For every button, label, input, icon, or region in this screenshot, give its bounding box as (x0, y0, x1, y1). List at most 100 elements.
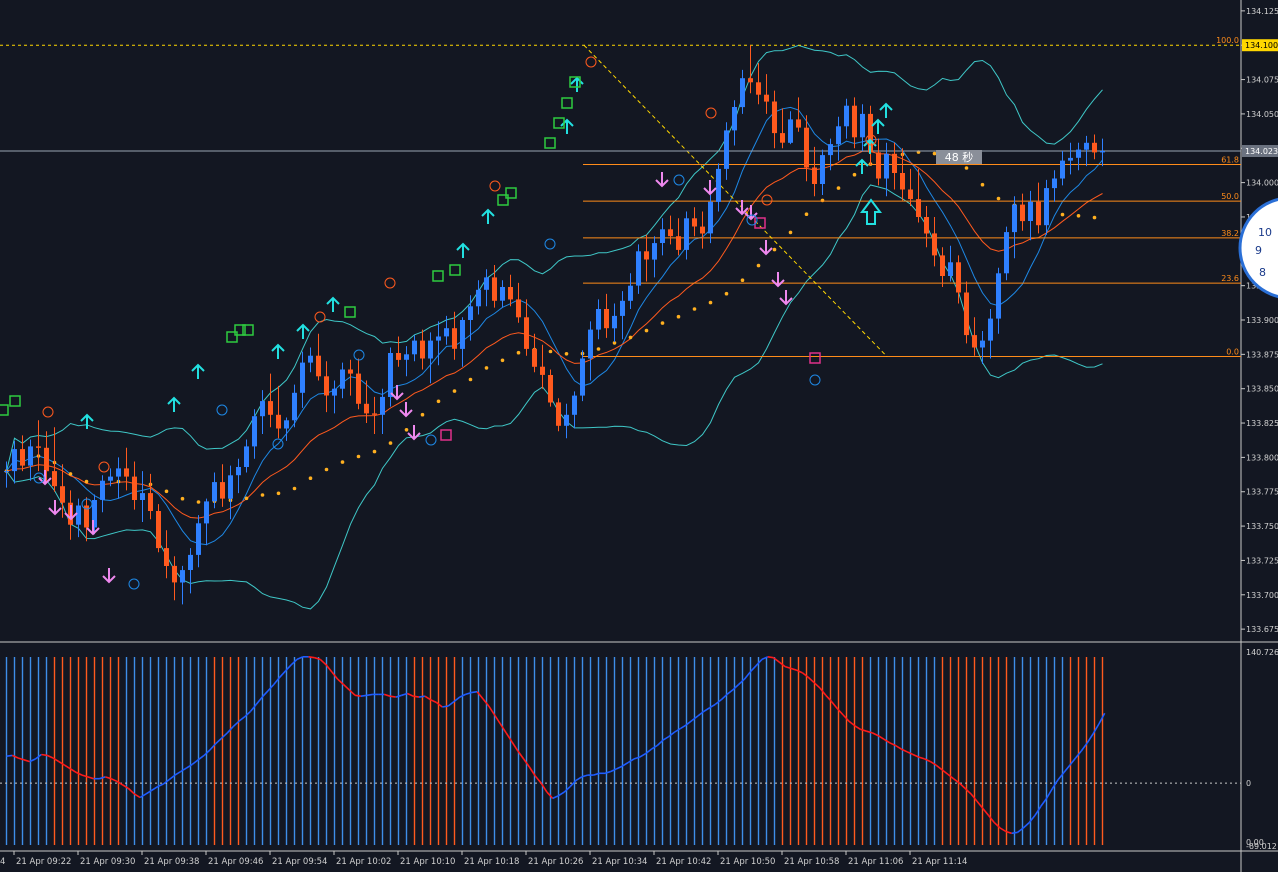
time-tick-label: 21 Apr 10:50 (720, 857, 775, 867)
time-tick-label: 21 Apr 10:10 (400, 857, 455, 867)
ma-dot (356, 454, 361, 459)
ma-dot (676, 314, 681, 319)
osc-line-segment (41, 753, 48, 757)
candle-body (420, 340, 425, 359)
candle-body (476, 289, 481, 307)
candle-body (204, 501, 209, 524)
ma-dot (628, 335, 633, 340)
candle-body (444, 328, 449, 337)
candle-body (492, 277, 497, 301)
time-tick-label: 21 Apr 09:30 (80, 857, 135, 867)
candle-body (604, 309, 609, 329)
candle-body (516, 299, 521, 318)
candle-body (796, 119, 801, 128)
ma-dot (244, 496, 249, 501)
ma-dot (324, 467, 329, 472)
candle-body (668, 229, 673, 237)
ma-dot (68, 472, 73, 476)
candle-body (740, 78, 745, 108)
price-tick-label: 133.825 (1246, 419, 1278, 428)
candle-body (700, 226, 705, 234)
candle-body (540, 366, 545, 375)
candle-body (396, 353, 401, 360)
osc-line-segment (1011, 831, 1018, 835)
candle-body (348, 369, 353, 374)
candle-body (196, 523, 201, 555)
fib-level-label: 100.0 (1216, 36, 1239, 45)
candle-body (652, 243, 657, 260)
candle-body (276, 414, 281, 429)
candle-body (332, 388, 337, 396)
ma-dot (740, 278, 745, 283)
candle-body (1020, 204, 1025, 222)
candle-body (428, 340, 433, 359)
candle-body (580, 358, 585, 396)
candle-body (1100, 151, 1105, 153)
ma-dot (724, 291, 729, 296)
ma-dot (372, 449, 377, 454)
ma-dot (564, 352, 569, 356)
price-tick-label: 134.050 (1246, 110, 1278, 119)
candle-body (468, 306, 473, 320)
candle-body (836, 126, 841, 145)
candle-body (452, 328, 457, 349)
candle-body (980, 340, 985, 348)
candle-body (596, 309, 601, 330)
last-price-label: 134.023 (1245, 147, 1278, 156)
candle-body (1068, 157, 1073, 161)
ma-dot (84, 479, 89, 484)
price-tick-label: 133.675 (1246, 625, 1278, 634)
candle-body (364, 403, 369, 414)
candle-body (20, 449, 25, 466)
candle-body (620, 300, 625, 316)
candle-body (556, 402, 561, 426)
candle-body (124, 468, 129, 477)
candle-body (292, 392, 297, 421)
ma-dot (404, 428, 409, 432)
osc-line-segment (6, 754, 13, 757)
clock-number-10: 10 (1258, 226, 1272, 239)
ma-dot (692, 307, 697, 311)
candle-body (300, 362, 305, 393)
candle-body (532, 348, 537, 367)
candle-body (932, 233, 937, 256)
ma-dot (756, 263, 761, 268)
candle-body (236, 467, 241, 476)
time-tick-label: 21 Apr 11:14 (912, 857, 967, 867)
candle-body (844, 105, 849, 127)
candle-body (1012, 204, 1017, 233)
candle-body (804, 127, 809, 168)
candle-body (52, 471, 57, 487)
ma-dot (804, 212, 809, 216)
candle-body (1004, 232, 1009, 274)
price-chart[interactable]: 100.0 61.8 50.0 38.2 23.6 0.0 134.125 134.100 1… (0, 0, 1278, 872)
price-tick-label: 133.800 (1246, 453, 1278, 462)
candle-body (1084, 142, 1089, 150)
candle-body (220, 482, 225, 499)
candle-body (484, 277, 489, 290)
candle-body (372, 413, 377, 415)
price-tick-label: 133.700 (1246, 591, 1278, 600)
fib-level-label: 61.8 (1221, 155, 1239, 164)
candle-body (436, 336, 441, 341)
candle-body (148, 493, 153, 511)
countdown-badge: 48 秒 (936, 150, 982, 164)
ma-dot (996, 196, 1001, 201)
candle-body (692, 218, 697, 227)
ma-dot (516, 350, 521, 355)
candle-body (812, 167, 817, 184)
ma-dot (420, 412, 425, 417)
candle-body (284, 420, 289, 429)
candle-body (756, 82, 761, 95)
candle-body (252, 416, 257, 447)
ma-dot (596, 347, 601, 351)
candle-body (116, 468, 121, 477)
ma-dot (660, 321, 665, 325)
ma-dot (388, 441, 393, 445)
fib-level-label: 38.2 (1221, 229, 1239, 238)
clock-number-8: 8 (1259, 266, 1266, 279)
osc-line-segment (418, 695, 426, 698)
osc-line-segment (308, 656, 315, 659)
candle-body (924, 217, 929, 234)
candle-body (500, 287, 505, 301)
